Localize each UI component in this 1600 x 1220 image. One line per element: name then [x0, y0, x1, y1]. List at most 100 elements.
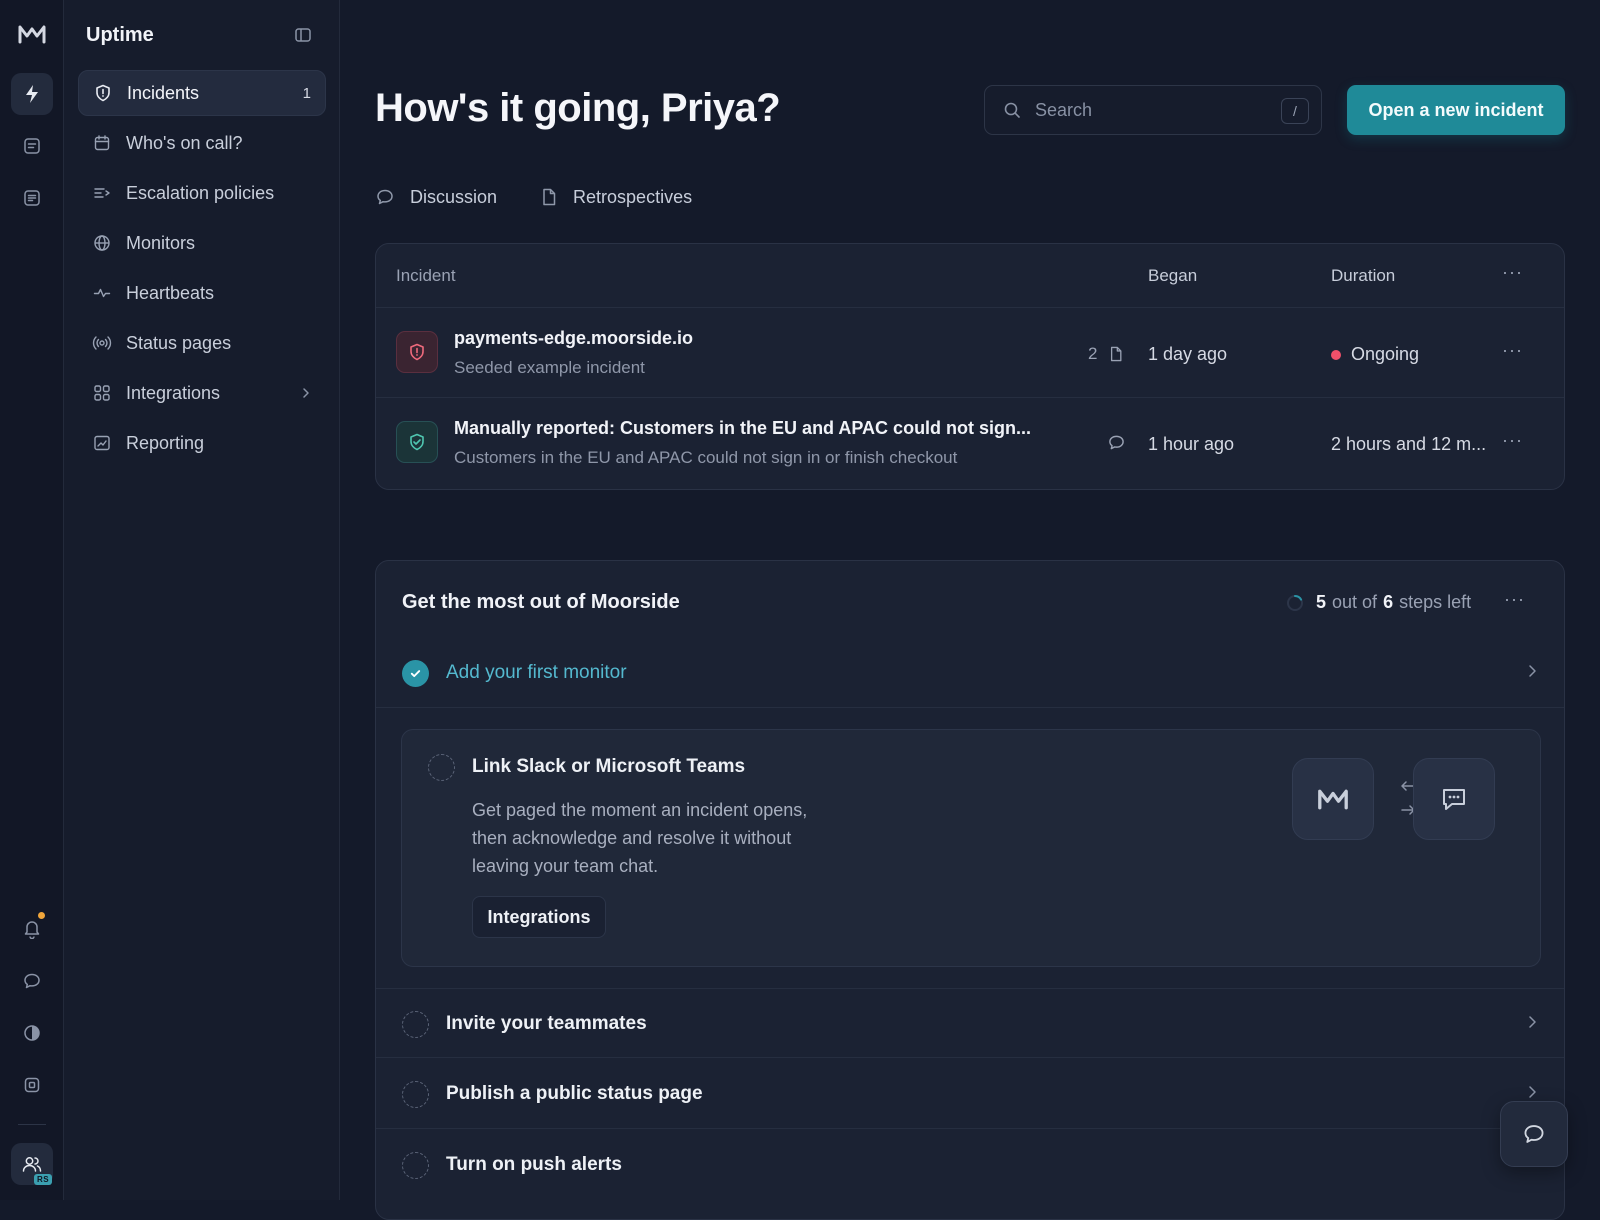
progress-ring-icon [1287, 594, 1303, 611]
table-row[interactable]: payments-edge.moorside.io Seeded example… [376, 308, 1564, 398]
incident-alert-icon [396, 331, 438, 373]
step-invite-teammates[interactable]: Invite your teammates [376, 988, 1564, 1058]
sidebar-item-monitors[interactable]: Monitors [78, 220, 326, 266]
tab-label: Discussion [410, 186, 498, 207]
step-link-chat-expanded: Link Slack or Microsoft Teams Get paged … [401, 729, 1541, 967]
step-label: Publish a public status page [446, 1083, 703, 1104]
chevron-right-icon [1526, 1015, 1538, 1029]
row-more-icon[interactable]: ··· [1502, 340, 1523, 361]
comment-icon [1108, 434, 1125, 451]
tab-discussion[interactable]: Discussion [376, 182, 497, 212]
open-new-incident-button[interactable]: Open a new incident [1347, 85, 1565, 135]
document-icon[interactable] [11, 125, 53, 167]
sidebar-item-label: Status pages [126, 332, 232, 353]
step-label: Link Slack or Microsoft Teams [472, 756, 746, 777]
onboarding-title: Get the most out of Moorside [402, 591, 680, 613]
sidebar: Uptime Incidents 1 Who's on call? Escala… [64, 0, 340, 1200]
step-label: Add your first monitor [446, 662, 627, 683]
ongoing-status-dot [1331, 349, 1341, 360]
attachments-count: 2 [1088, 344, 1123, 364]
search-box[interactable]: / [984, 85, 1322, 135]
onboarding-card: Get the most out of Moorside 5 out of 6 … [375, 560, 1565, 1220]
tabs: Discussion Retrospectives [376, 182, 736, 212]
incident-subtitle: Customers in the EU and APAC could not s… [454, 448, 958, 467]
sidebar-item-label: Reporting [126, 432, 205, 453]
sidebar-item-escalation-policies[interactable]: Escalation policies [78, 170, 326, 216]
search-shortcut-key: / [1281, 98, 1309, 124]
main-content: How's it going, Priya? / Open a new inci… [340, 0, 1600, 1220]
incident-duration: Ongoing [1331, 344, 1419, 365]
calendar-icon [92, 133, 112, 153]
empty-circle-icon [402, 1081, 429, 1108]
sidebar-nav: Incidents 1 Who's on call? Escalation po… [78, 70, 326, 470]
step-add-monitor[interactable]: Add your first monitor [376, 638, 1564, 708]
integrations-button[interactable]: Integrations [472, 896, 606, 938]
list-icon[interactable] [11, 177, 53, 219]
moorside-logo[interactable] [18, 24, 46, 44]
sidebar-item-label: Integrations [126, 382, 221, 403]
chat-icon[interactable] [11, 960, 53, 1002]
file-icon [541, 188, 557, 206]
sidebar-item-incidents[interactable]: Incidents 1 [78, 70, 326, 116]
chevron-right-icon [1526, 664, 1538, 678]
incidents-table: Incident Began Duration ··· payments-edg… [375, 243, 1565, 490]
sidebar-item-label: Who's on call? [126, 132, 243, 153]
steps-total-number: 6 [1383, 592, 1394, 612]
steps-text-1: out of [1332, 592, 1378, 612]
broadcast-icon [92, 333, 112, 353]
rail-divider [18, 1124, 46, 1125]
incident-subtitle: Seeded example incident [454, 358, 645, 377]
table-row[interactable]: Manually reported: Customers in the EU a… [376, 398, 1564, 488]
sidebar-item-reporting[interactable]: Reporting [78, 420, 326, 466]
steps-progress: 5 out of 6 steps left [1286, 592, 1471, 613]
support-chat-button[interactable] [1500, 1101, 1568, 1167]
square-target-icon[interactable] [11, 1064, 53, 1106]
incident-began: 1 day ago [1148, 344, 1228, 364]
lightning-icon[interactable] [11, 73, 53, 115]
sidebar-item-on-call[interactable]: Who's on call? [78, 120, 326, 166]
step-push-alerts[interactable]: Turn on push alerts [376, 1130, 1564, 1200]
step-label: Invite your teammates [446, 1013, 647, 1034]
search-icon [1003, 101, 1021, 119]
globe-icon [92, 233, 112, 253]
column-header-duration[interactable]: Duration [1331, 266, 1395, 286]
step-publish-status-page[interactable]: Publish a public status page [376, 1059, 1564, 1129]
user-initials-badge: RS [34, 1174, 53, 1185]
contrast-icon[interactable] [11, 1012, 53, 1054]
chevron-right-icon [300, 387, 312, 399]
tab-retrospectives[interactable]: Retrospectives [541, 182, 692, 212]
sidebar-item-status-pages[interactable]: Status pages [78, 320, 326, 366]
sidebar-toggle-icon[interactable] [294, 26, 312, 44]
column-header-began[interactable]: Began [1148, 266, 1197, 286]
card-more-icon[interactable]: ··· [1504, 589, 1525, 610]
sidebar-item-label: Heartbeats [126, 282, 215, 303]
sidebar-item-heartbeats[interactable]: Heartbeats [78, 270, 326, 316]
chart-icon [92, 433, 112, 453]
status-text: Ongoing [1351, 344, 1420, 364]
incident-count-badge: 1 [302, 84, 311, 102]
empty-circle-icon [402, 1011, 429, 1038]
table-more-icon[interactable]: ··· [1502, 262, 1523, 283]
steps-left-number: 5 [1316, 592, 1327, 612]
pulse-icon [92, 283, 112, 303]
grid-icon [92, 383, 112, 403]
message-dots-icon [1440, 785, 1468, 813]
step-label: Turn on push alerts [446, 1154, 622, 1175]
incident-duration: 2 hours and 12 m... [1331, 434, 1487, 454]
app-rail: RS [0, 0, 64, 1200]
table-header: Incident Began Duration ··· [376, 244, 1564, 308]
file-icon [1109, 346, 1123, 362]
chevron-right-icon [1526, 1085, 1538, 1099]
row-more-icon[interactable]: ··· [1502, 430, 1523, 451]
incident-title[interactable]: Manually reported: Customers in the EU a… [454, 418, 1031, 439]
escalation-icon [92, 183, 112, 203]
bell-icon[interactable] [11, 908, 53, 950]
sidebar-item-integrations[interactable]: Integrations [78, 370, 326, 416]
shield-icon [93, 83, 113, 103]
search-input[interactable] [1035, 99, 1265, 121]
incident-title[interactable]: payments-edge.moorside.io [454, 328, 693, 349]
empty-circle-icon[interactable] [428, 754, 455, 781]
empty-circle-icon [402, 1152, 429, 1179]
column-header-incident: Incident [396, 266, 456, 285]
step-description: Get paged the moment an incident opens, … [472, 800, 808, 876]
